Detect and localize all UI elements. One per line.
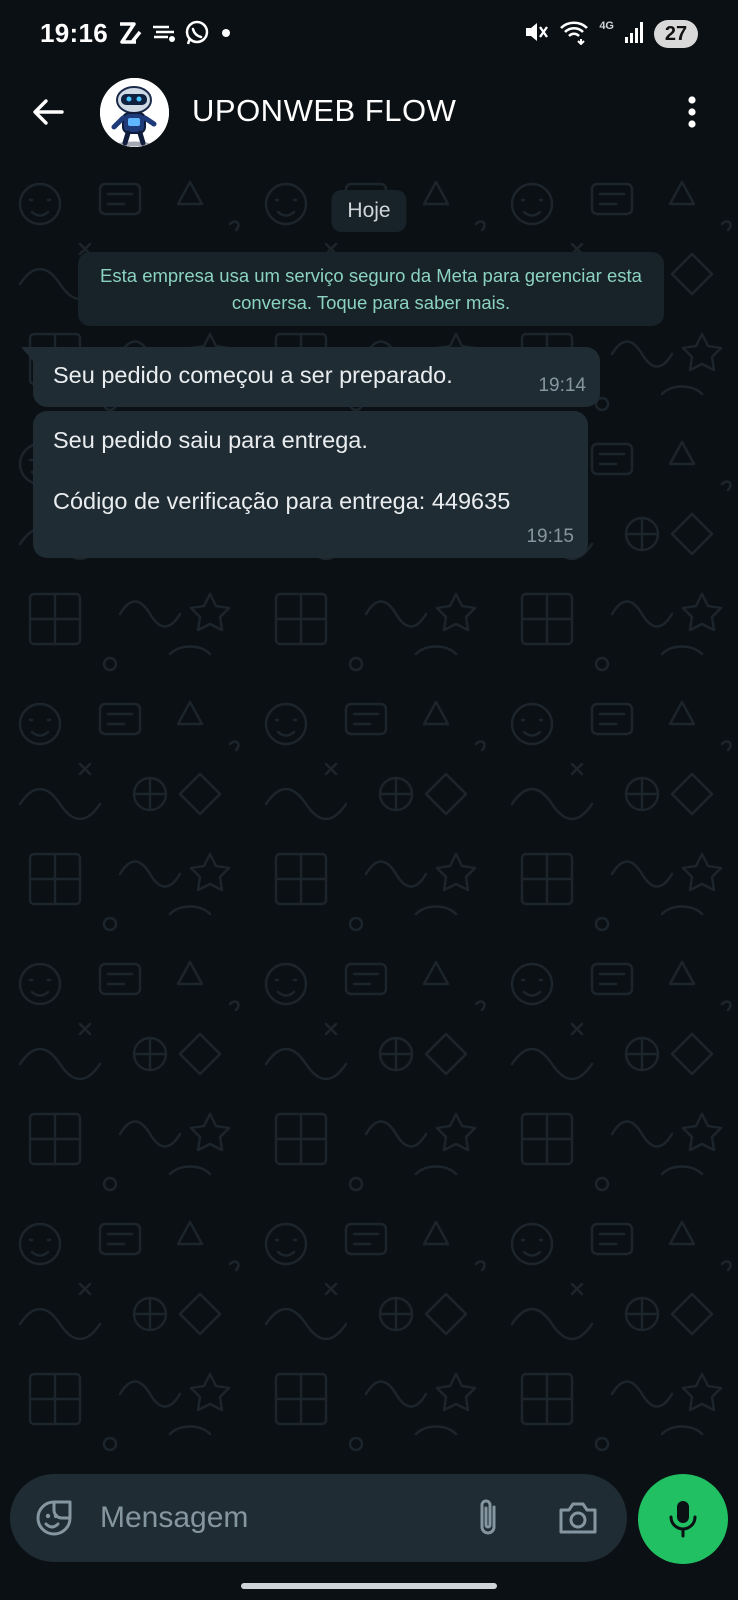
encryption-notice[interactable]: Esta empresa usa um serviço seguro da Me… <box>78 252 664 326</box>
kebab-menu-icon <box>688 96 696 128</box>
message-text: Seu pedido saiu para entrega. <box>53 427 368 453</box>
message-bubble[interactable]: Seu pedido começou a ser preparado. 19:1… <box>21 347 600 407</box>
message-text: Seu pedido começou a ser preparado. <box>53 362 453 388</box>
robot-logo-icon <box>100 78 169 147</box>
sticker-button[interactable] <box>32 1496 76 1540</box>
chat-header: UPONWEB FLOW <box>0 66 738 164</box>
battery-icon: 27 <box>654 20 698 48</box>
message-input[interactable] <box>100 1496 440 1540</box>
home-indicator[interactable] <box>241 1583 497 1589</box>
dot-icon <box>216 23 236 48</box>
bubble-tail <box>21 347 33 361</box>
message-text: Código de verificação para entrega: 4496… <box>53 488 511 514</box>
sticker-icon <box>36 1500 72 1536</box>
camera-button[interactable] <box>554 1496 602 1540</box>
mic-icon <box>669 1501 697 1538</box>
avatar[interactable] <box>100 78 169 147</box>
menu-button[interactable] <box>680 92 704 132</box>
app-notification-icon <box>150 21 178 50</box>
status-time: 19:16 <box>40 18 108 48</box>
camera-icon <box>559 1502 597 1534</box>
contact-name[interactable]: UPONWEB FLOW <box>192 93 456 129</box>
network-type-label: 4G <box>599 20 614 32</box>
message-composer <box>10 1474 627 1562</box>
paperclip-icon <box>480 1499 496 1535</box>
mute-icon <box>523 19 549 50</box>
message-bubble[interactable]: Seu pedido saiu para entrega. Código de … <box>33 411 588 558</box>
message-time: 19:15 <box>526 526 574 547</box>
date-separator: Hoje <box>331 190 407 232</box>
back-button[interactable] <box>26 90 70 134</box>
whatsapp-icon <box>184 20 210 51</box>
chat-area[interactable]: Hoje Esta empresa usa um serviço seguro … <box>0 164 738 1480</box>
notification-icons <box>118 20 236 50</box>
system-icons: 4G 27 <box>523 18 698 50</box>
attach-button[interactable] <box>466 1496 510 1540</box>
message-time: 19:14 <box>538 375 586 396</box>
arrow-left-icon <box>33 99 64 125</box>
status-bar: 19:16 4G 27 <box>0 0 738 66</box>
signal-icon <box>624 20 644 49</box>
wifi-icon <box>559 19 589 50</box>
brand-z-icon <box>118 21 144 50</box>
voice-record-button[interactable] <box>638 1474 728 1564</box>
